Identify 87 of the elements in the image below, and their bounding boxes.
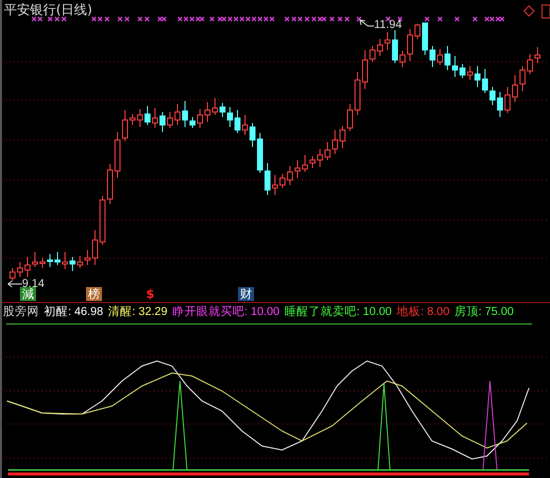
- candlestick: [227, 106, 233, 128]
- candlestick: [324, 142, 330, 160]
- candlestick: [520, 66, 526, 92]
- candlestick: [474, 66, 480, 88]
- candlestick: [310, 156, 316, 168]
- candlestick: [512, 74, 518, 102]
- candlestick: [272, 174, 278, 196]
- signal-tag: 減: [20, 287, 36, 301]
- candlestick: [160, 112, 166, 132]
- candlestick: [220, 102, 226, 118]
- indicator-value: 地板: 8.00: [396, 304, 450, 320]
- candlestick: [317, 148, 323, 168]
- candlestick: [497, 92, 503, 118]
- indicator-value: 房顶: 75.00: [454, 304, 514, 320]
- candlestick: [460, 64, 466, 78]
- candlestick: [197, 108, 203, 128]
- candlestick: [182, 100, 188, 128]
- candlestick: [204, 102, 210, 122]
- diamond-icon: [523, 5, 535, 17]
- candlestick: [122, 110, 128, 142]
- candlestick: [332, 130, 338, 154]
- candlestick: [362, 50, 368, 90]
- candlestick: [62, 252, 68, 270]
- candlestick: [444, 46, 450, 70]
- candlestick: [250, 122, 256, 148]
- candlestick: [24, 256, 30, 278]
- signal-tag: $: [144, 287, 156, 301]
- candlestick: [370, 46, 376, 62]
- price-label: 11.94: [374, 19, 402, 31]
- candlestick: [347, 104, 353, 132]
- candlestick: [152, 108, 158, 128]
- candlestick: [422, 22, 428, 56]
- candlestick: [430, 46, 436, 68]
- candlestick: [234, 110, 240, 134]
- candlestick: [242, 114, 248, 136]
- candlestick: [167, 112, 173, 128]
- indicator-value: 睡醒了就卖吧: 10.00: [284, 304, 392, 320]
- candlestick: [407, 28, 413, 62]
- candlestick: [482, 68, 488, 94]
- candlestick: [257, 132, 263, 174]
- candlestick: [414, 24, 420, 40]
- candlestick: [384, 32, 390, 50]
- candlestick: [114, 132, 120, 178]
- signal-tag: 财: [238, 287, 254, 301]
- candlestick: [437, 48, 443, 66]
- candlestick: [340, 126, 346, 148]
- pointer-arrow: [8, 280, 22, 288]
- candlestick: [294, 160, 300, 178]
- candlestick: [280, 174, 286, 188]
- pointer-arrow: [360, 20, 374, 26]
- candlestick: [302, 154, 308, 172]
- indicator-value: 睁开眼就买吧: 10.00: [172, 304, 280, 320]
- indicator-value: 清醒: 32.29: [108, 304, 168, 320]
- candlestick: [107, 164, 113, 204]
- candlestick: [392, 30, 398, 64]
- candlestick: [54, 252, 60, 266]
- candlestick: [144, 106, 150, 126]
- candlestick: [92, 230, 98, 266]
- candlestick: [287, 166, 293, 186]
- candlestick: [47, 254, 53, 268]
- candlestick: [17, 262, 23, 278]
- candlestick: [190, 116, 196, 128]
- signal-tag: 榜: [86, 287, 102, 301]
- candlestick: [40, 258, 46, 268]
- candlestick: [527, 54, 533, 74]
- candlestick: [32, 252, 38, 268]
- candlestick: [212, 98, 218, 116]
- candlestick: [137, 108, 143, 128]
- chart-title: 平安银行(日线): [4, 2, 92, 19]
- candlestick: [130, 114, 136, 126]
- candlestick: [264, 162, 270, 196]
- candlestick: [70, 256, 76, 272]
- candlestick: [400, 50, 406, 68]
- candlestick: [467, 66, 473, 80]
- candlestick: [452, 56, 458, 78]
- candlestick: [504, 86, 510, 114]
- candlestick: [174, 104, 180, 126]
- candlestick: [377, 38, 383, 56]
- candlestick: [490, 86, 496, 106]
- candlestick: [534, 46, 540, 64]
- candlestick: [354, 72, 360, 116]
- indicator-value: 初醒: 46.98: [44, 304, 104, 320]
- candlestick: [100, 196, 106, 246]
- candlestick: [77, 256, 83, 268]
- candlestick: [84, 250, 90, 266]
- candlestick: [10, 268, 16, 282]
- indicator-name: 股旁网: [3, 304, 39, 320]
